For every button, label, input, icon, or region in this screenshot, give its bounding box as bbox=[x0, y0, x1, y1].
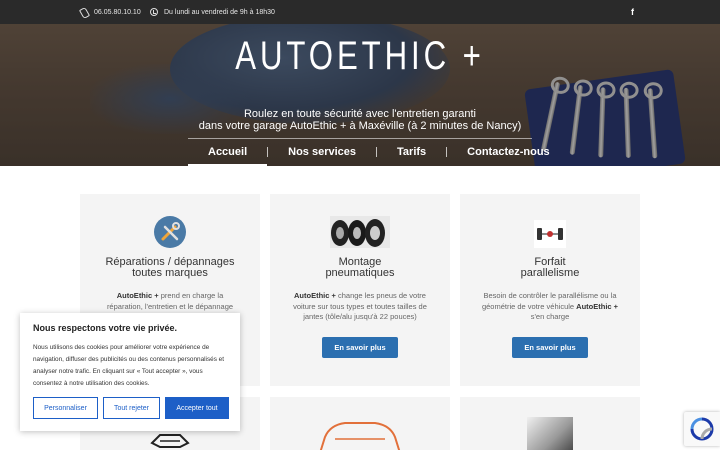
recaptcha-icon bbox=[690, 417, 714, 441]
facebook-icon[interactable]: f bbox=[631, 7, 634, 17]
hero-banner: AUTOETHIC + Roulez en toute sécurité ave… bbox=[0, 24, 720, 166]
phone-info[interactable]: 06.05.80.10.10 bbox=[80, 0, 141, 24]
brand-name: AutoEthic + bbox=[294, 291, 336, 300]
card-title-line2: toutes marques bbox=[132, 267, 208, 279]
nav-tarifs[interactable]: Tarifs bbox=[377, 142, 446, 162]
card-desc-text: s'en charge bbox=[530, 312, 570, 321]
service-card-tires: Montage pneumatiques AutoEthic + change … bbox=[270, 194, 450, 386]
reject-all-button[interactable]: Tout rejeter bbox=[103, 397, 160, 419]
brand-name: AutoEthic + bbox=[576, 301, 619, 311]
learn-more-button[interactable]: En savoir plus bbox=[322, 336, 398, 358]
hero-subtitle: Roulez en toute sécurité avec l'entretie… bbox=[0, 108, 720, 132]
card-title-line2: pneumatiques bbox=[325, 267, 395, 279]
hero-subtitle-line2: dans votre garage AutoEthic + à Maxévill… bbox=[198, 120, 522, 132]
main-nav: Accueil Nos services Tarifs Contactez-no… bbox=[188, 142, 570, 166]
cookie-actions: Personnaliser Tout rejeter Accepter tout bbox=[33, 397, 229, 419]
cookie-text: Nous utilisons des cookies pour améliore… bbox=[33, 344, 225, 387]
tires-icon bbox=[330, 216, 390, 248]
service-photo bbox=[527, 417, 573, 450]
brand-name: AutoEthic + bbox=[116, 291, 159, 300]
hero-subtitle-line1: Roulez en toute sécurité avec l'entretie… bbox=[243, 108, 476, 120]
tools-icon bbox=[154, 216, 186, 248]
nav-contactez-nous[interactable]: Contactez-nous bbox=[447, 142, 570, 162]
card-description: AutoEthic + prend en charge la réparatio… bbox=[98, 291, 242, 312]
customize-button[interactable]: Personnaliser bbox=[33, 397, 98, 419]
hours-text: Du lundi au vendredi de 9h à 18h30 bbox=[164, 8, 275, 16]
nav-divider bbox=[188, 138, 532, 139]
opening-hours: Du lundi au vendredi de 9h à 18h30 bbox=[150, 0, 275, 24]
phone-icon bbox=[80, 8, 88, 16]
phone-number[interactable]: 06.05.80.10.10 bbox=[94, 9, 141, 16]
service-card bbox=[270, 397, 450, 450]
card-title: Réparations / dépannages toutes marques bbox=[80, 257, 260, 279]
nav-nos-services[interactable]: Nos services bbox=[268, 142, 376, 162]
service-card bbox=[460, 397, 640, 450]
cookie-heading: Nous respectons votre vie privée. bbox=[33, 323, 178, 333]
car-icon bbox=[150, 429, 190, 449]
clock-icon bbox=[150, 8, 158, 16]
top-bar: 06.05.80.10.10 Du lundi au vendredi de 9… bbox=[0, 0, 720, 24]
card-description: Besoin de contrôler le parallélisme ou l… bbox=[478, 291, 622, 323]
service-card-alignment: Forfait parallelisme Besoin de contrôler… bbox=[460, 194, 640, 386]
nav-accueil[interactable]: Accueil bbox=[188, 142, 268, 166]
car-outline-icon bbox=[315, 415, 405, 450]
card-title: Forfait parallelisme bbox=[460, 257, 640, 279]
site-title: AUTOETHIC + bbox=[235, 34, 485, 78]
alignment-icon bbox=[534, 220, 566, 248]
card-title: Montage pneumatiques bbox=[270, 257, 450, 279]
recaptcha-badge[interactable] bbox=[684, 412, 720, 446]
learn-more-button[interactable]: En savoir plus bbox=[512, 336, 588, 358]
card-title-line2: parallelisme bbox=[520, 267, 580, 279]
accept-all-button[interactable]: Accepter tout bbox=[165, 397, 229, 419]
card-description: AutoEthic + change les pneus de votre vo… bbox=[288, 291, 432, 323]
cookie-banner: Nous respectons votre vie privée. Nous u… bbox=[20, 313, 240, 431]
